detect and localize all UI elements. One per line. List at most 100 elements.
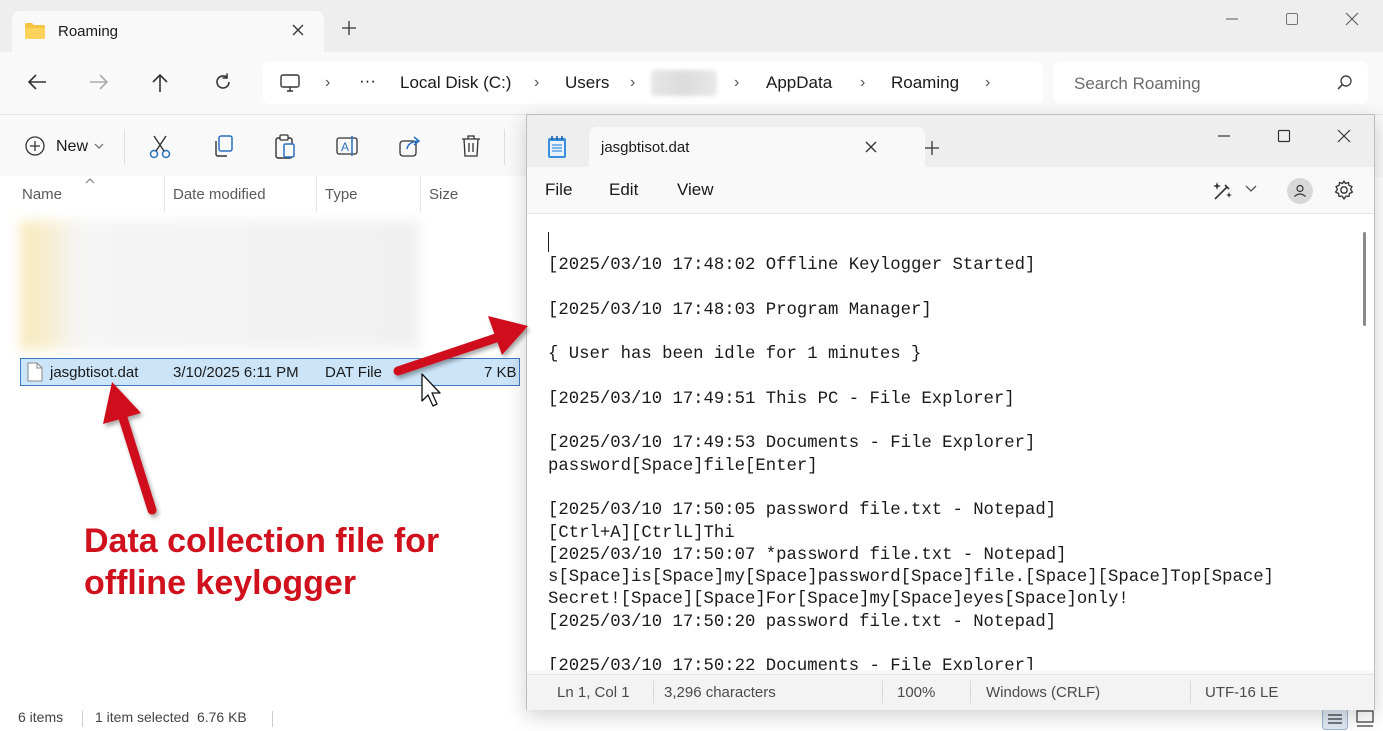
- close-icon[interactable]: [863, 139, 879, 155]
- add-icon: [25, 136, 45, 156]
- column-header-type[interactable]: Type: [325, 186, 358, 203]
- search-input[interactable]: [1072, 72, 1326, 96]
- rename-icon[interactable]: A: [335, 134, 361, 158]
- status-divider: [653, 681, 654, 703]
- new-button[interactable]: New: [24, 135, 104, 159]
- details-view-icon[interactable]: [1322, 708, 1348, 730]
- tiles-view-icon[interactable]: [1354, 708, 1376, 730]
- editor-line: { User has been idle for 1 minutes }: [548, 345, 922, 365]
- editor-line: [Ctrl+A][CtrlL]Thi: [548, 523, 735, 543]
- menu-edit[interactable]: Edit: [609, 180, 638, 200]
- refresh-icon[interactable]: [213, 72, 233, 92]
- breadcrumb-redacted-username[interactable]: [651, 70, 717, 96]
- menu-file[interactable]: File: [545, 180, 572, 200]
- column-divider[interactable]: [164, 176, 165, 212]
- breadcrumb-local-disk[interactable]: Local Disk (C:): [400, 73, 511, 93]
- explorer-tab-strip: Roaming: [0, 0, 1383, 52]
- file-date-modified: 3/10/2025 6:11 PM: [173, 364, 299, 381]
- editor-line: [548, 322, 1274, 344]
- notepad-title-bar: jasgbtisot.dat: [527, 115, 1374, 167]
- up-arrow-icon[interactable]: [150, 72, 170, 94]
- status-divider: [272, 711, 273, 727]
- gear-icon[interactable]: [1333, 179, 1355, 201]
- annotation-caption: Data collection file for offline keylogg…: [84, 520, 504, 604]
- chevron-down-icon[interactable]: [1245, 185, 1257, 193]
- editor-line: [2025/03/10 17:49:51 This PC - File Expl…: [548, 389, 1015, 409]
- minimize-icon[interactable]: [1215, 127, 1233, 145]
- breadcrumb-separator: ›: [734, 74, 740, 91]
- minimize-icon[interactable]: [1223, 10, 1241, 28]
- status-zoom[interactable]: 100%: [897, 684, 935, 701]
- close-icon[interactable]: [1343, 10, 1361, 28]
- editor-line: Secret![Space][Space]For[Space]my[Space]…: [548, 590, 1129, 610]
- chevron-down-icon: [94, 142, 104, 150]
- notepad-menu-bar: File Edit View: [527, 167, 1374, 214]
- breadcrumb-appdata[interactable]: AppData: [766, 73, 832, 93]
- search-icon[interactable]: [1336, 74, 1354, 92]
- status-divider: [970, 681, 971, 703]
- column-divider[interactable]: [420, 176, 421, 212]
- editor-line: [2025/03/10 17:50:07 *password file.txt …: [548, 545, 1067, 565]
- explorer-tab-title: Roaming: [58, 23, 119, 40]
- close-icon[interactable]: [1335, 127, 1353, 145]
- new-tab-button[interactable]: [924, 140, 940, 156]
- menu-view[interactable]: View: [677, 180, 714, 200]
- breadcrumb-overflow[interactable]: ···: [359, 71, 376, 91]
- explorer-tab-roaming[interactable]: Roaming: [12, 11, 324, 52]
- share-icon[interactable]: [398, 134, 422, 158]
- editor-line: [2025/03/10 17:50:05 password file.txt -…: [548, 501, 1057, 521]
- notepad-window: jasgbtisot.dat File Edit View [2025/03/1…: [526, 114, 1375, 710]
- file-list-header: Name Date modified Type Size: [0, 176, 530, 212]
- status-encoding: UTF-16 LE: [1205, 684, 1279, 701]
- svg-text:A: A: [341, 140, 349, 154]
- folder-icon: [24, 22, 46, 40]
- computer-icon[interactable]: [279, 73, 301, 93]
- editor-line: [548, 478, 1274, 500]
- copy-icon[interactable]: [211, 134, 235, 158]
- status-divider: [1190, 681, 1191, 703]
- column-header-date-modified[interactable]: Date modified: [173, 186, 266, 203]
- notepad-icon: [547, 135, 567, 159]
- breadcrumb-roaming[interactable]: Roaming: [891, 73, 959, 93]
- address-bar[interactable]: › ··· Local Disk (C:) › Users › › AppDat…: [263, 62, 1043, 104]
- notepad-tab-title: jasgbtisot.dat: [601, 139, 690, 156]
- vertical-scrollbar[interactable]: [1363, 232, 1366, 326]
- status-cursor-position: Ln 1, Col 1: [557, 684, 630, 701]
- status-line-ending: Windows (CRLF): [986, 684, 1101, 701]
- maximize-icon[interactable]: [1275, 127, 1293, 145]
- editor-line: [2025/03/10 17:50:22 Documents - File Ex…: [548, 657, 1036, 670]
- notepad-text-editor[interactable]: [2025/03/10 17:48:02 Offline Keylogger S…: [527, 214, 1374, 670]
- editor-line: [548, 634, 1274, 656]
- cut-icon[interactable]: [148, 134, 172, 160]
- toolbar-divider: [504, 129, 505, 165]
- maximize-icon[interactable]: [1283, 10, 1301, 28]
- column-header-size[interactable]: Size: [429, 186, 458, 203]
- notepad-status-bar: Ln 1, Col 1 3,296 characters 100% Window…: [527, 674, 1374, 710]
- status-divider: [882, 681, 883, 703]
- notepad-tab[interactable]: jasgbtisot.dat: [548, 127, 925, 167]
- breadcrumb-separator: ›: [534, 74, 540, 91]
- new-button-label: New: [56, 138, 89, 155]
- search-box[interactable]: [1054, 62, 1368, 104]
- breadcrumb-separator: ›: [630, 74, 636, 91]
- forward-arrow-icon[interactable]: [88, 72, 110, 92]
- editor-line: [548, 411, 1274, 433]
- editor-line: [2025/03/10 17:48:02 Offline Keylogger S…: [548, 256, 1036, 275]
- close-icon[interactable]: [290, 22, 306, 38]
- status-item-count: 6 items: [18, 709, 64, 725]
- copilot-icon[interactable]: [1211, 179, 1235, 203]
- paste-icon[interactable]: [273, 134, 297, 160]
- breadcrumb-separator[interactable]: ›: [985, 74, 990, 92]
- file-name: jasgbtisot.dat: [50, 364, 139, 381]
- table-row-selected-file[interactable]: jasgbtisot.dat 3/10/2025 6:11 PM DAT Fil…: [20, 358, 520, 386]
- status-character-count: 3,296 characters: [664, 684, 776, 701]
- column-divider[interactable]: [316, 176, 317, 212]
- delete-icon[interactable]: [460, 134, 482, 158]
- new-tab-button[interactable]: [341, 20, 357, 36]
- status-divider: [82, 711, 83, 727]
- column-header-name[interactable]: Name: [22, 186, 62, 203]
- breadcrumb-users[interactable]: Users: [565, 73, 609, 93]
- account-icon[interactable]: [1287, 178, 1313, 204]
- annotation-line: offline keylogger: [84, 564, 357, 602]
- back-arrow-icon[interactable]: [26, 72, 48, 92]
